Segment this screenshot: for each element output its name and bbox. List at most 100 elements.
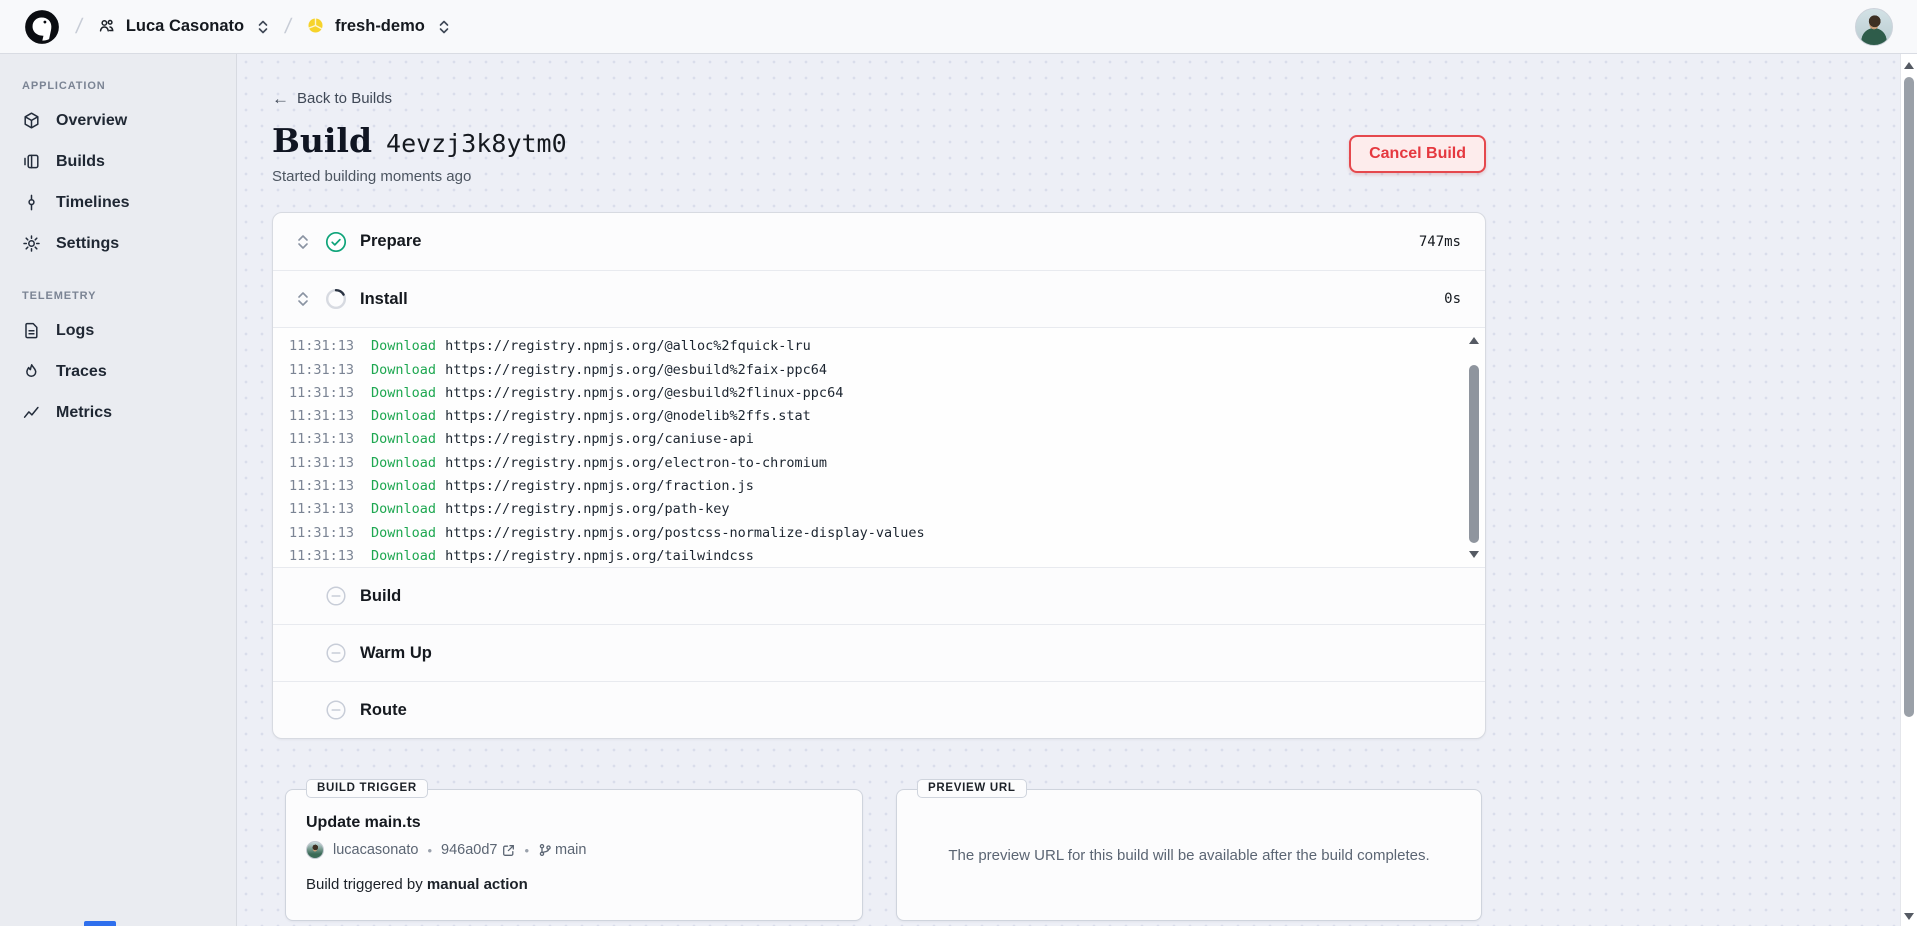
flame-icon (22, 362, 41, 381)
sidebar-navigation: APPLICATION Overview Builds (0, 54, 237, 926)
meta-bullet: • (427, 843, 432, 858)
log-level: Download (371, 335, 436, 358)
log-line: 11:31:13Downloadhttps://registry.npmjs.o… (289, 335, 1455, 358)
cut-off-blue-badge (84, 921, 116, 926)
log-message: https://registry.npmjs.org/@nodelib%2ffs… (445, 405, 811, 428)
sidebar-item-settings[interactable]: Settings (12, 223, 224, 264)
sidebar-application-items: Overview Builds Timelines (12, 100, 224, 264)
preview-url-card-label: PREVIEW URL (917, 779, 1027, 798)
step-row-build: Build (273, 567, 1485, 624)
log-level: Download (371, 498, 436, 521)
expander-chevrons-icon[interactable] (297, 233, 310, 251)
breadcrumb-org-selector[interactable]: Luca Casonato (98, 17, 269, 36)
log-timestamp: 11:31:13 (289, 475, 354, 498)
breadcrumb-project-selector[interactable]: fresh-demo (307, 17, 450, 36)
sidebar-item-label: Settings (56, 235, 119, 253)
log-level: Download (371, 475, 436, 498)
log-message: https://registry.npmjs.org/caniuse-api (445, 428, 754, 451)
log-timestamp: 11:31:13 (289, 359, 354, 382)
log-timestamp: 11:31:13 (289, 335, 354, 358)
sidebar-item-timelines[interactable]: Timelines (12, 182, 224, 223)
sidebar-item-label: Builds (56, 153, 105, 171)
log-level: Download (371, 405, 436, 428)
step-row-warm-up: Warm Up (273, 624, 1485, 681)
cube-icon (22, 111, 41, 130)
sidebar-section-application: APPLICATION (22, 80, 224, 92)
commit-sha: 946a0d7 (441, 842, 497, 858)
log-scrollbar[interactable] (1466, 331, 1482, 564)
log-line: 11:31:13 Download https://registry.npmjs.o… (289, 359, 1455, 382)
commit-sha-link[interactable]: 946a0d7 (441, 842, 515, 858)
log-timestamp: 11:31:13 (289, 545, 354, 567)
deno-logo-icon[interactable] (24, 9, 60, 45)
sidebar-item-builds[interactable]: Builds (12, 141, 224, 182)
external-link-icon (502, 844, 515, 857)
scroll-down-arrow-icon[interactable] (1904, 913, 1914, 920)
log-timestamp: 11:31:13 (289, 428, 354, 451)
sidebar-item-metrics[interactable]: Metrics (12, 392, 224, 433)
cancel-build-button[interactable]: Cancel Build (1349, 135, 1486, 173)
sidebar-item-traces[interactable]: Traces (12, 351, 224, 392)
log-line: 11:31:13Downloadhttps://registry.npmjs.o… (289, 382, 1455, 405)
step-row-prepare[interactable]: Prepare 747ms (273, 213, 1485, 270)
chevron-up-down-icon (257, 18, 269, 36)
scroll-up-arrow-icon[interactable] (1469, 337, 1479, 344)
trigger-description: Build triggered by manual action (306, 876, 842, 893)
trigger-type: manual action (427, 876, 528, 893)
log-line: 11:31:13 Download https://registry.npmjs.o… (289, 475, 1455, 498)
sidebar-item-logs[interactable]: Logs (12, 310, 224, 351)
step-name: Build (360, 587, 401, 606)
page-title: Build (272, 123, 372, 159)
log-timestamp: 11:31:13 (289, 405, 354, 428)
detail-cards-row: BUILD TRIGGER Update main.ts lucacasonat… (272, 789, 1486, 921)
scroll-up-arrow-icon[interactable] (1904, 62, 1914, 69)
sidebar-telemetry-items: Logs Traces Metrics (12, 310, 224, 433)
step-row-route: Route (273, 681, 1485, 738)
log-scrollbar-thumb[interactable] (1469, 365, 1479, 543)
log-line: 11:31:13 Download https://registry.npmjs.o… (289, 428, 1455, 451)
page-scrollbar-thumb[interactable] (1904, 77, 1914, 717)
build-status-subtitle: Started building moments ago (272, 168, 567, 185)
scroll-down-arrow-icon[interactable] (1469, 551, 1479, 558)
log-message: https://registry.npmjs.org/fraction.js (445, 475, 754, 498)
branch-name: main (555, 842, 586, 858)
gear-icon (22, 234, 41, 253)
step-duration: 0s (1444, 291, 1461, 307)
back-arrow-icon: ← (272, 90, 289, 107)
log-level: Download (371, 382, 436, 405)
build-trigger-card: BUILD TRIGGER Update main.ts lucacasonat… (285, 789, 863, 921)
back-link-label: Back to Builds (297, 90, 392, 107)
log-timestamp: 11:31:13 (289, 452, 354, 475)
log-message: https://registry.npmjs.org/electron-to-c… (445, 452, 827, 475)
page-scrollbar[interactable] (1900, 54, 1917, 926)
main-content: ← Back to Builds Build 4evzj3k8ytm0 Star… (238, 54, 1900, 926)
log-line: 11:31:13Downloadhttps://registry.npmjs.o… (289, 545, 1455, 567)
step-name: Warm Up (360, 644, 432, 663)
builds-panels-icon (22, 152, 41, 171)
log-level: Download (371, 428, 436, 451)
expander-chevrons-icon[interactable] (297, 290, 310, 308)
sidebar-item-label: Timelines (56, 194, 130, 212)
page-header: Build 4evzj3k8ytm0 Started building mome… (272, 123, 1486, 185)
fresh-lemon-icon (307, 17, 326, 36)
organization-members-icon (98, 17, 117, 36)
log-level: Download (371, 359, 436, 382)
log-message: https://registry.npmjs.org/@esbuild%2fai… (445, 359, 827, 382)
sidebar-item-overview[interactable]: Overview (12, 100, 224, 141)
install-log-output[interactable]: 11:31:13 Download https://registry.npmjs.o… (273, 327, 1485, 567)
breadcrumb-divider: / (283, 15, 293, 39)
git-branch-icon (538, 843, 552, 857)
sidebar-item-label: Overview (56, 112, 127, 130)
user-avatar[interactable] (1855, 8, 1893, 46)
log-line: 11:31:13 Download https://registry.npmjs.o… (289, 405, 1455, 428)
author-avatar (306, 841, 324, 859)
timeline-slider-icon (22, 193, 41, 212)
log-timestamp: 11:31:13 (289, 522, 354, 545)
step-row-install[interactable]: Install 0s (273, 270, 1485, 327)
sidebar-item-label: Metrics (56, 404, 112, 422)
step-success-check-icon (325, 231, 347, 253)
sidebar-section-telemetry: TELEMETRY (22, 290, 224, 302)
back-to-builds-link[interactable]: ← Back to Builds (272, 90, 392, 107)
log-level: Download (371, 522, 436, 545)
step-pending-icon (325, 642, 347, 664)
